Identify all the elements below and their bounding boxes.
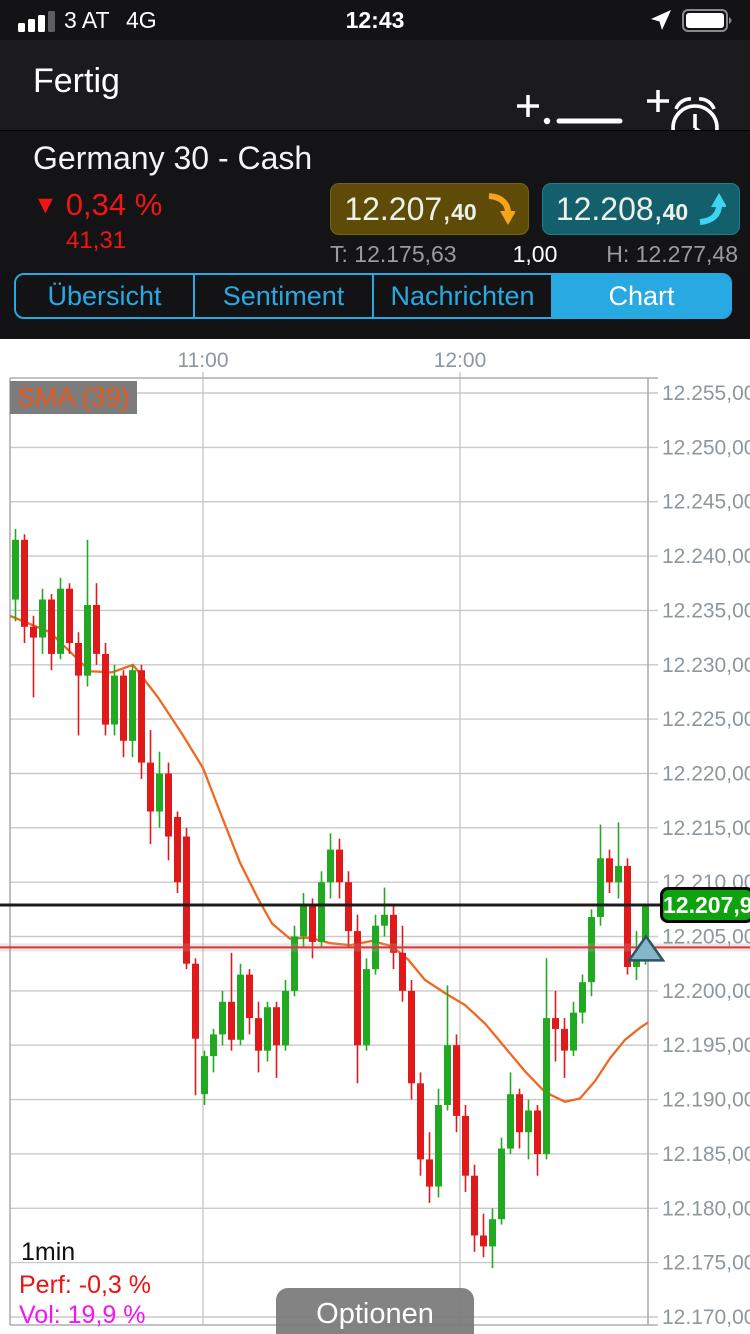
instrument-name: Germany 30 - Cash bbox=[33, 140, 313, 176]
svg-text:12.170,00: 12.170,00 bbox=[662, 1306, 750, 1329]
candlestick-chart-canvas[interactable]: 12.255,00 12.250,00 12.245,00 12.240,00 12.2… bbox=[0, 344, 750, 1334]
tab-uebersicht[interactable]: Übersicht bbox=[16, 275, 195, 317]
svg-text:12.230,00: 12.230,00 bbox=[662, 654, 750, 677]
svg-text:12:00: 12:00 bbox=[434, 349, 487, 372]
day-high-value: H: 12.277,48 bbox=[606, 241, 738, 267]
price-up-arrow-icon bbox=[699, 193, 727, 225]
tab-group: Übersicht Sentiment Nachrichten Chart bbox=[14, 273, 732, 319]
svg-text:12.220,00: 12.220,00 bbox=[662, 763, 750, 786]
sma-indicator-legend: SMA (39) bbox=[10, 381, 137, 414]
svg-text:12.240,00: 12.240,00 bbox=[662, 545, 750, 568]
svg-text:12.250,00: 12.250,00 bbox=[662, 436, 750, 459]
svg-text:12.190,00: 12.190,00 bbox=[662, 1089, 750, 1112]
svg-text:12.235,00: 12.235,00 bbox=[662, 599, 750, 622]
svg-text:12.255,00: 12.255,00 bbox=[662, 382, 750, 405]
svg-text:12.215,00: 12.215,00 bbox=[662, 817, 750, 840]
tab-sentiment[interactable]: Sentiment bbox=[195, 275, 374, 317]
svg-text:11:00: 11:00 bbox=[178, 349, 229, 372]
chart-options-button[interactable]: Optionen bbox=[276, 1288, 474, 1334]
svg-text:12.225,00: 12.225,00 bbox=[662, 708, 750, 731]
svg-text:12.175,00: 12.175,00 bbox=[662, 1252, 750, 1275]
plus-icon bbox=[517, 95, 539, 117]
tab-chart[interactable]: Chart bbox=[553, 275, 730, 317]
svg-text:12.195,00: 12.195,00 bbox=[662, 1034, 750, 1057]
volatility-label: Vol: 19,9 % bbox=[19, 1301, 146, 1329]
svg-text:12.200,00: 12.200,00 bbox=[662, 980, 750, 1003]
status-time: 12:43 bbox=[345, 7, 405, 33]
plus-icon bbox=[647, 90, 669, 112]
nav-bar: Fertig bbox=[0, 40, 750, 157]
trading-app-screen: 3 AT 4G 12:43 Fertig Germany 30 - Cash ▼… bbox=[0, 0, 750, 1334]
price-down-arrow-icon bbox=[488, 193, 515, 225]
change-percent: ▼ 0,34 % bbox=[33, 187, 163, 222]
svg-text:12.245,00: 12.245,00 bbox=[662, 491, 750, 514]
battery-icon bbox=[682, 9, 732, 32]
price-chart[interactable]: 12.255,00 12.250,00 12.245,00 12.240,00 12.2… bbox=[0, 339, 750, 1334]
chart-interval-label: 1min bbox=[21, 1238, 76, 1266]
svg-text:12.185,00: 12.185,00 bbox=[662, 1143, 750, 1166]
status-bar: 3 AT 4G 12:43 bbox=[0, 0, 750, 40]
performance-label: Perf: -0,3 % bbox=[19, 1271, 151, 1299]
tab-nachrichten[interactable]: Nachrichten bbox=[374, 275, 553, 317]
current-price-tag: 12.207,90 bbox=[660, 887, 750, 923]
sell-price-button[interactable]: 12.207, 40 bbox=[330, 183, 529, 235]
svg-text:12.180,00: 12.180,00 bbox=[662, 1197, 750, 1220]
spread-value: 1,00 bbox=[512, 241, 558, 267]
done-button[interactable]: Fertig bbox=[33, 62, 120, 101]
location-arrow-icon bbox=[651, 10, 671, 30]
instrument-header: Germany 30 - Cash ▼ 0,34 % 41,31 12.207, 4… bbox=[0, 130, 750, 271]
change-absolute: 41,31 bbox=[66, 227, 127, 254]
tab-zone: Übersicht Sentiment Nachrichten Chart bbox=[0, 270, 750, 339]
buy-price-button[interactable]: 12.208, 40 bbox=[542, 183, 740, 235]
down-triangle-icon: ▼ bbox=[33, 191, 58, 219]
day-low-value: T: 12.175,63 bbox=[330, 241, 457, 267]
